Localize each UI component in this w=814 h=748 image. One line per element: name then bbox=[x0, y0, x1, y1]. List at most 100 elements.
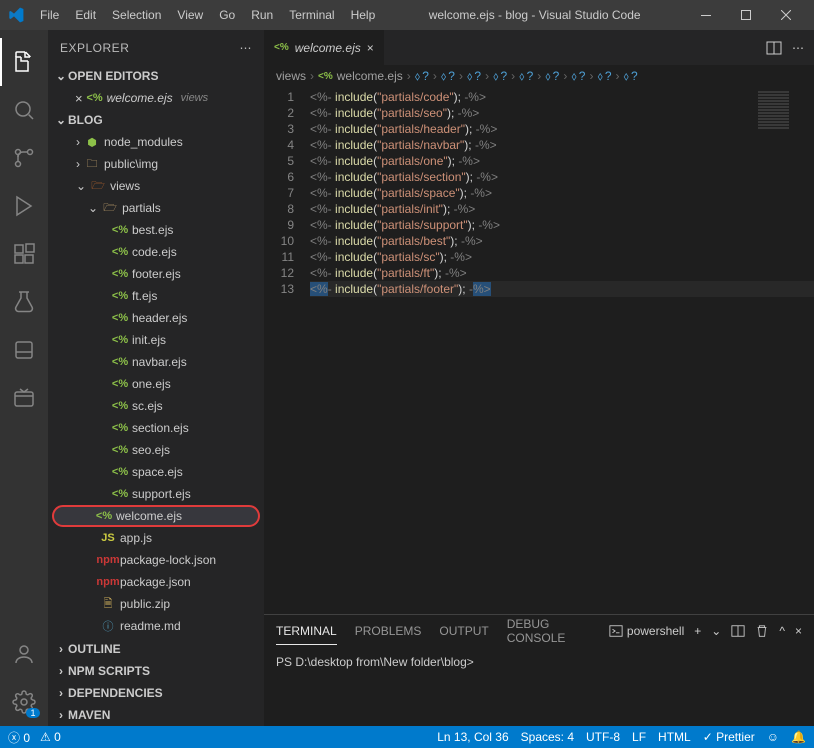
new-terminal-icon[interactable]: + bbox=[694, 624, 701, 638]
blog-section[interactable]: ⌄ BLOG bbox=[48, 109, 264, 131]
file-item[interactable]: <%ft.ejs bbox=[48, 285, 264, 307]
close-button[interactable] bbox=[766, 1, 806, 29]
file-item[interactable]: <%header.ejs bbox=[48, 307, 264, 329]
tab-close-icon[interactable]: × bbox=[367, 41, 374, 55]
split-editor-icon[interactable] bbox=[766, 40, 782, 56]
menu-run[interactable]: Run bbox=[243, 8, 281, 22]
folder-partials[interactable]: ⌄🗁partials bbox=[48, 197, 264, 219]
terminal-shell-selector[interactable]: powershell bbox=[609, 624, 684, 638]
ejs-icon: <% bbox=[112, 400, 128, 412]
status-feedback-icon[interactable]: ☺ bbox=[767, 730, 779, 744]
file-item[interactable]: <%section.ejs bbox=[48, 417, 264, 439]
breadcrumb-tag[interactable]: ⬨? bbox=[467, 69, 481, 84]
sidebar-ext2-icon[interactable] bbox=[0, 374, 48, 422]
folder-icon: ⬢ bbox=[84, 136, 100, 149]
minimize-button[interactable] bbox=[686, 1, 726, 29]
close-panel-icon[interactable]: × bbox=[795, 624, 802, 638]
settings-gear-icon[interactable]: 1 bbox=[0, 678, 48, 726]
menu-edit[interactable]: Edit bbox=[67, 8, 104, 22]
explorer-more-icon[interactable]: ⋯ bbox=[240, 41, 253, 55]
tab-welcome[interactable]: <% welcome.ejs × bbox=[264, 30, 385, 65]
status-language[interactable]: HTML bbox=[658, 730, 691, 744]
file-welcome-highlighted[interactable]: <%welcome.ejs bbox=[52, 505, 260, 527]
folder-icon: 🗁 bbox=[102, 199, 118, 218]
breadcrumb-tag[interactable]: ⬨? bbox=[624, 69, 638, 84]
status-encoding[interactable]: UTF-8 bbox=[586, 730, 620, 744]
vscode-icon bbox=[8, 7, 24, 23]
terminal-body[interactable]: PS D:\desktop from\New folder\blog> bbox=[264, 647, 814, 726]
breadcrumb-tag[interactable]: ⬨? bbox=[571, 69, 585, 84]
maven-section[interactable]: ›MAVEN bbox=[48, 704, 264, 726]
file-item[interactable]: <%code.ejs bbox=[48, 241, 264, 263]
status-eol[interactable]: LF bbox=[632, 730, 646, 744]
search-icon[interactable] bbox=[0, 86, 48, 134]
menu-selection[interactable]: Selection bbox=[104, 8, 169, 22]
split-terminal-icon[interactable] bbox=[731, 624, 745, 638]
breadcrumbs[interactable]: views› <%welcome.ejs› ⬨?› ⬨?› ⬨?› ⬨?› ⬨?… bbox=[264, 65, 814, 87]
file-package-json[interactable]: npmpackage.json bbox=[48, 571, 264, 593]
menu-go[interactable]: Go bbox=[211, 8, 243, 22]
file-item[interactable]: <%support.ejs bbox=[48, 483, 264, 505]
file-readme[interactable]: ⓘreadme.md bbox=[48, 615, 264, 637]
file-item[interactable]: <%space.ejs bbox=[48, 461, 264, 483]
menu-file[interactable]: File bbox=[32, 8, 67, 22]
file-appjs[interactable]: JSapp.js bbox=[48, 527, 264, 549]
menu-terminal[interactable]: Terminal bbox=[281, 8, 342, 22]
accounts-icon[interactable] bbox=[0, 630, 48, 678]
open-editor-item[interactable]: × <% welcome.ejs views bbox=[48, 87, 264, 109]
extensions-icon[interactable] bbox=[0, 230, 48, 278]
code-editor[interactable]: 12345678910111213 <%- include("partials/… bbox=[264, 87, 814, 614]
explorer-icon[interactable] bbox=[0, 38, 48, 86]
more-actions-icon[interactable]: ⋯ bbox=[792, 41, 804, 55]
breadcrumb-tag[interactable]: ⬨? bbox=[415, 69, 429, 84]
open-editors-section[interactable]: ⌄ OPEN EDITORS bbox=[48, 65, 264, 87]
md-icon: ⓘ bbox=[100, 618, 116, 634]
terminal-tab[interactable]: TERMINAL bbox=[276, 618, 337, 645]
output-tab[interactable]: OUTPUT bbox=[439, 618, 488, 644]
breadcrumb-tag[interactable]: ⬨? bbox=[441, 69, 455, 84]
close-icon[interactable]: × bbox=[75, 91, 83, 106]
menu-help[interactable]: Help bbox=[343, 8, 384, 22]
dependencies-section[interactable]: ›DEPENDENCIES bbox=[48, 682, 264, 704]
status-errors[interactable]: ⓧ 0 bbox=[8, 729, 30, 746]
file-item[interactable]: <%seo.ejs bbox=[48, 439, 264, 461]
file-item[interactable]: <%navbar.ejs bbox=[48, 351, 264, 373]
ejs-icon: <% bbox=[112, 422, 128, 434]
status-cursor-pos[interactable]: Ln 13, Col 36 bbox=[437, 730, 508, 744]
file-item[interactable]: <%best.ejs bbox=[48, 219, 264, 241]
breadcrumb-tag[interactable]: ⬨? bbox=[519, 69, 533, 84]
debug-console-tab[interactable]: DEBUG CONSOLE bbox=[507, 611, 573, 651]
source-control-icon[interactable] bbox=[0, 134, 48, 182]
testing-icon[interactable] bbox=[0, 278, 48, 326]
file-item[interactable]: <%init.ejs bbox=[48, 329, 264, 351]
run-debug-icon[interactable] bbox=[0, 182, 48, 230]
ejs-icon: <% bbox=[112, 290, 128, 302]
breadcrumb-tag[interactable]: ⬨? bbox=[597, 69, 611, 84]
status-prettier[interactable]: ✓ Prettier bbox=[703, 730, 755, 744]
outline-section[interactable]: ›OUTLINE bbox=[48, 638, 264, 660]
status-bell-icon[interactable]: 🔔 bbox=[791, 730, 806, 744]
breadcrumb-tag[interactable]: ⬨? bbox=[493, 69, 507, 84]
file-package-lock[interactable]: npmpackage-lock.json bbox=[48, 549, 264, 571]
maximize-panel-icon[interactable]: ^ bbox=[779, 624, 785, 638]
folder-public-img[interactable]: ›🗀public\img bbox=[48, 153, 264, 175]
menu-view[interactable]: View bbox=[169, 8, 211, 22]
status-bar: ⓧ 0 ⚠ 0 Ln 13, Col 36 Spaces: 4 UTF-8 LF… bbox=[0, 726, 814, 748]
sidebar-ext1-icon[interactable] bbox=[0, 326, 48, 374]
breadcrumb-tag[interactable]: ⬨? bbox=[545, 69, 559, 84]
kill-terminal-icon[interactable] bbox=[755, 624, 769, 638]
file-item[interactable]: <%one.ejs bbox=[48, 373, 264, 395]
file-item[interactable]: <%sc.ejs bbox=[48, 395, 264, 417]
maximize-button[interactable] bbox=[726, 1, 766, 29]
terminal-dropdown-icon[interactable]: ⌄ bbox=[711, 624, 721, 638]
folder-views[interactable]: ⌄🗁views bbox=[48, 175, 264, 197]
file-public-zip[interactable]: 🗎public.zip bbox=[48, 593, 264, 615]
minimap[interactable] bbox=[754, 87, 814, 614]
folder-icon: 🗁 bbox=[90, 177, 106, 196]
status-spaces[interactable]: Spaces: 4 bbox=[521, 730, 574, 744]
status-warnings[interactable]: ⚠ 0 bbox=[40, 730, 61, 744]
problems-tab[interactable]: PROBLEMS bbox=[355, 618, 422, 644]
npm-scripts-section[interactable]: ›NPM SCRIPTS bbox=[48, 660, 264, 682]
folder-node-modules[interactable]: ›⬢node_modules bbox=[48, 131, 264, 153]
file-item[interactable]: <%footer.ejs bbox=[48, 263, 264, 285]
